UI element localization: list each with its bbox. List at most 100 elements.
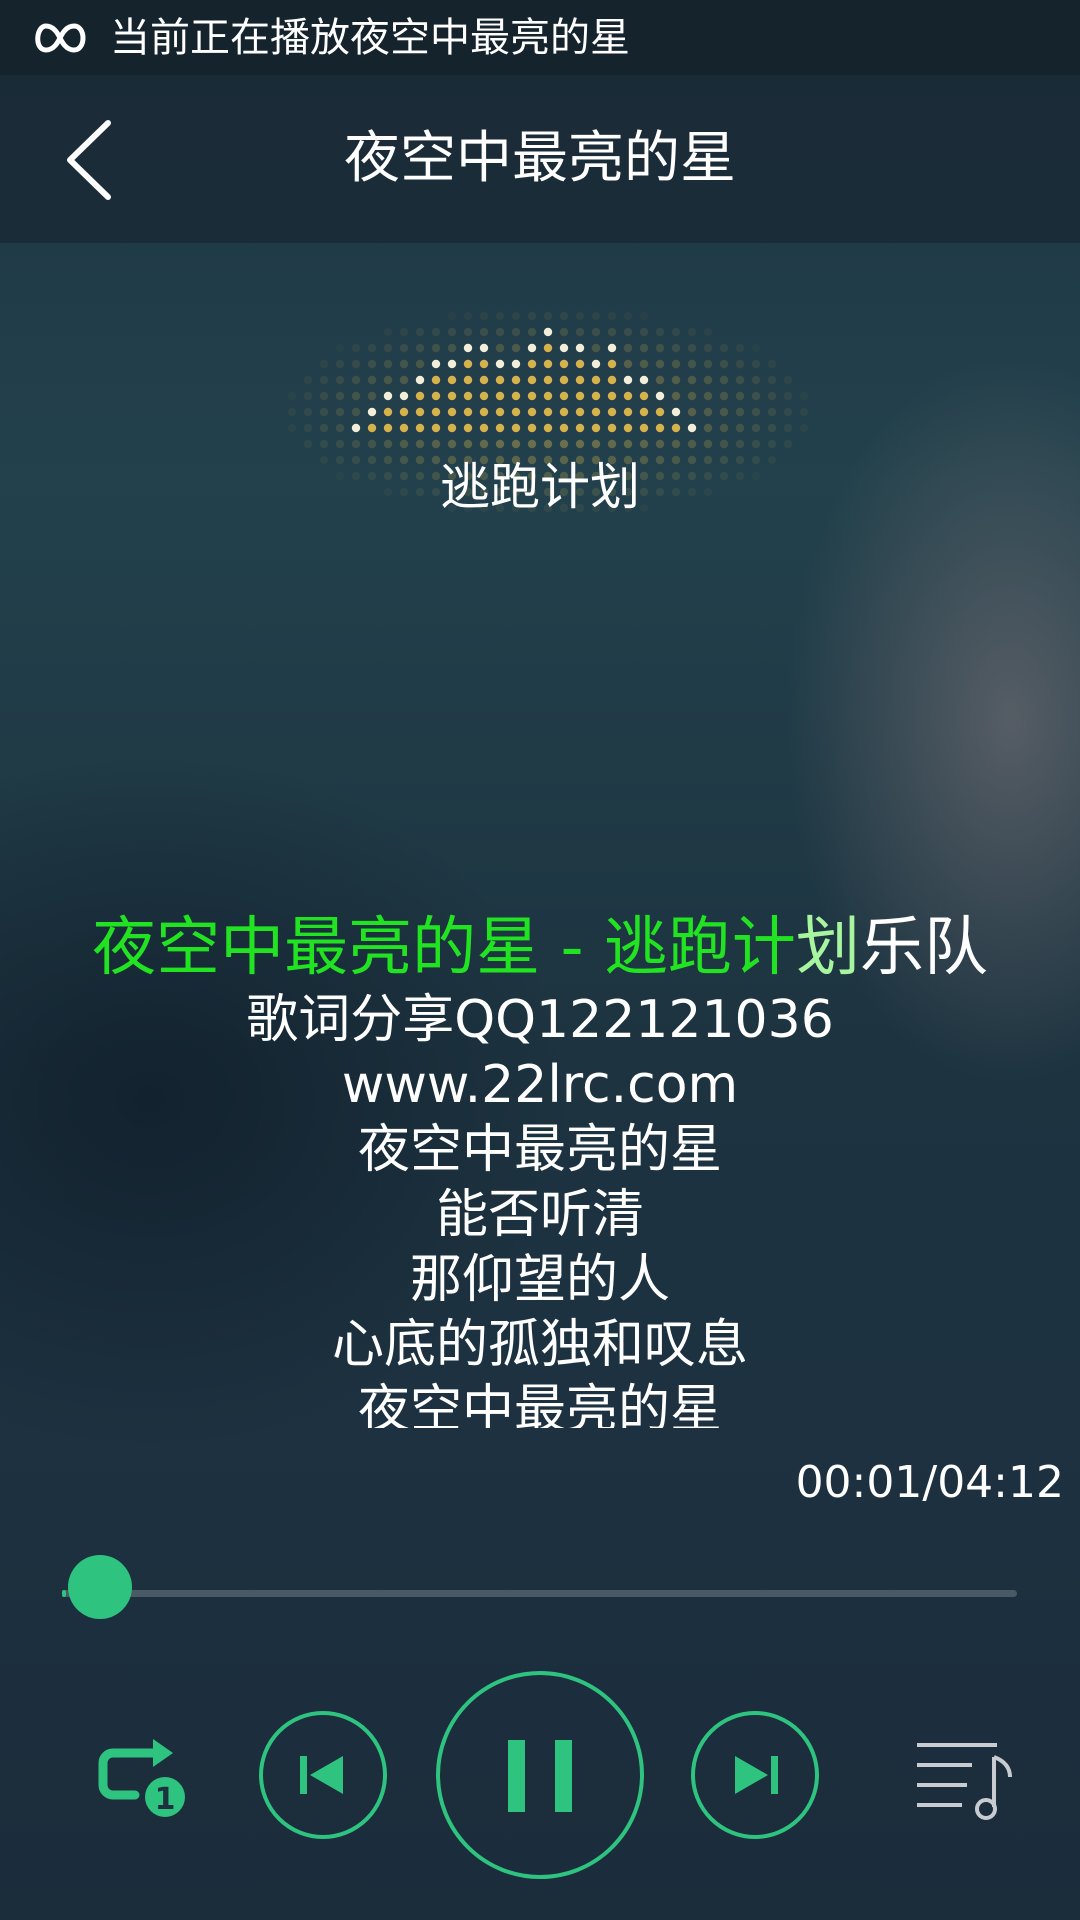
equalizer-dot xyxy=(591,327,601,337)
equalizer-dot xyxy=(543,375,553,385)
progress-track[interactable] xyxy=(62,1590,1017,1597)
equalizer-dot xyxy=(799,407,809,417)
equalizer-dot xyxy=(559,343,569,353)
equalizer-dot xyxy=(639,391,649,401)
pause-button[interactable] xyxy=(435,1670,645,1880)
progress-fill xyxy=(62,1590,66,1597)
equalizer-dot xyxy=(799,423,809,433)
equalizer-dot xyxy=(671,327,681,337)
equalizer-dot xyxy=(655,391,665,401)
equalizer-dot xyxy=(399,439,409,449)
equalizer-dot xyxy=(383,327,393,337)
equalizer-dot xyxy=(607,407,617,417)
equalizer-dot xyxy=(479,359,489,369)
equalizer-dot xyxy=(559,375,569,385)
equalizer-dot xyxy=(351,407,361,417)
equalizer-dot xyxy=(479,391,489,401)
equalizer-dot xyxy=(735,407,745,417)
equalizer-dot xyxy=(367,359,377,369)
equalizer-dot xyxy=(431,343,441,353)
equalizer-dot xyxy=(767,423,777,433)
back-button[interactable] xyxy=(50,115,130,205)
equalizer-dot xyxy=(415,327,425,337)
equalizer-dot xyxy=(783,439,793,449)
equalizer-dot xyxy=(447,359,457,369)
progress-thumb[interactable] xyxy=(68,1555,132,1619)
equalizer-dot xyxy=(319,423,329,433)
equalizer-dot xyxy=(591,391,601,401)
equalizer-dot xyxy=(575,407,585,417)
equalizer-dot xyxy=(463,391,473,401)
equalizer-dot xyxy=(559,439,569,449)
previous-track-button[interactable] xyxy=(258,1710,388,1840)
equalizer-dot xyxy=(751,407,761,417)
equalizer-dot xyxy=(399,327,409,337)
equalizer-dot xyxy=(655,439,665,449)
lyric-line: 夜空中最亮的星 xyxy=(357,1380,722,1428)
next-track-button[interactable] xyxy=(690,1710,820,1840)
equalizer-dot xyxy=(719,359,729,369)
equalizer-dot xyxy=(751,343,761,353)
equalizer-dot xyxy=(335,407,345,417)
equalizer-dot xyxy=(351,343,361,353)
equalizer-dot xyxy=(383,343,393,353)
equalizer-dot xyxy=(383,407,393,417)
equalizer-dot xyxy=(783,375,793,385)
lyric-line: 能否听清 xyxy=(435,1185,644,1245)
equalizer-dot xyxy=(383,375,393,385)
equalizer-dot xyxy=(463,407,473,417)
equalizer-dot xyxy=(463,327,473,337)
equalizer-dot xyxy=(671,439,681,449)
equalizer-dot xyxy=(607,423,617,433)
current-lyric-line: 夜空中最亮的星 - 逃跑计划乐队 xyxy=(0,908,1080,988)
equalizer-dot xyxy=(447,407,457,417)
equalizer-dot xyxy=(671,407,681,417)
equalizer-dot xyxy=(623,311,633,321)
equalizer-dot xyxy=(719,391,729,401)
equalizer-dot xyxy=(559,327,569,337)
equalizer-dot xyxy=(399,375,409,385)
equalizer-dot xyxy=(511,391,521,401)
equalizer-dot xyxy=(623,375,633,385)
equalizer-dot xyxy=(687,327,697,337)
equalizer-dot xyxy=(623,359,633,369)
equalizer-dot xyxy=(495,407,505,417)
equalizer-dot xyxy=(687,439,697,449)
equalizer-dot xyxy=(543,423,553,433)
lyric-line: 歌词分享QQ122121036 xyxy=(246,990,834,1050)
status-bar: 当前正在播放夜空中最亮的星 xyxy=(0,0,1080,75)
equalizer-dot xyxy=(575,375,585,385)
equalizer-dot xyxy=(575,311,585,321)
equalizer-dot xyxy=(703,375,713,385)
equalizer-dot xyxy=(431,439,441,449)
equalizer-dot xyxy=(303,391,313,401)
equalizer-dot xyxy=(735,359,745,369)
equalizer-dot xyxy=(767,439,777,449)
equalizer-dot xyxy=(479,423,489,433)
lyric-line: 那仰望的人 xyxy=(409,1250,670,1310)
playlist-button[interactable] xyxy=(912,1735,1017,1825)
equalizer-dot xyxy=(767,391,777,401)
equalizer-dot xyxy=(511,375,521,385)
equalizer-dot xyxy=(431,407,441,417)
equalizer-dot xyxy=(543,391,553,401)
equalizer-dot xyxy=(415,375,425,385)
equalizer-dot xyxy=(415,343,425,353)
equalizer-dot xyxy=(495,375,505,385)
equalizer-dot xyxy=(639,407,649,417)
equalizer-dot xyxy=(607,359,617,369)
equalizer-dot xyxy=(687,375,697,385)
equalizer-dot xyxy=(399,343,409,353)
equalizer-dot xyxy=(575,439,585,449)
equalizer-dot xyxy=(447,327,457,337)
equalizer-dot xyxy=(495,439,505,449)
equalizer-dot xyxy=(495,423,505,433)
repeat-mode-button[interactable]: 1 xyxy=(95,1735,190,1820)
equalizer-dot xyxy=(495,311,505,321)
equalizer-dot xyxy=(351,439,361,449)
equalizer-dot xyxy=(575,359,585,369)
equalizer-dot xyxy=(767,359,777,369)
equalizer-dot xyxy=(639,311,649,321)
lyric-line: www.22lrc.com xyxy=(341,1055,739,1115)
equalizer-dot xyxy=(351,359,361,369)
